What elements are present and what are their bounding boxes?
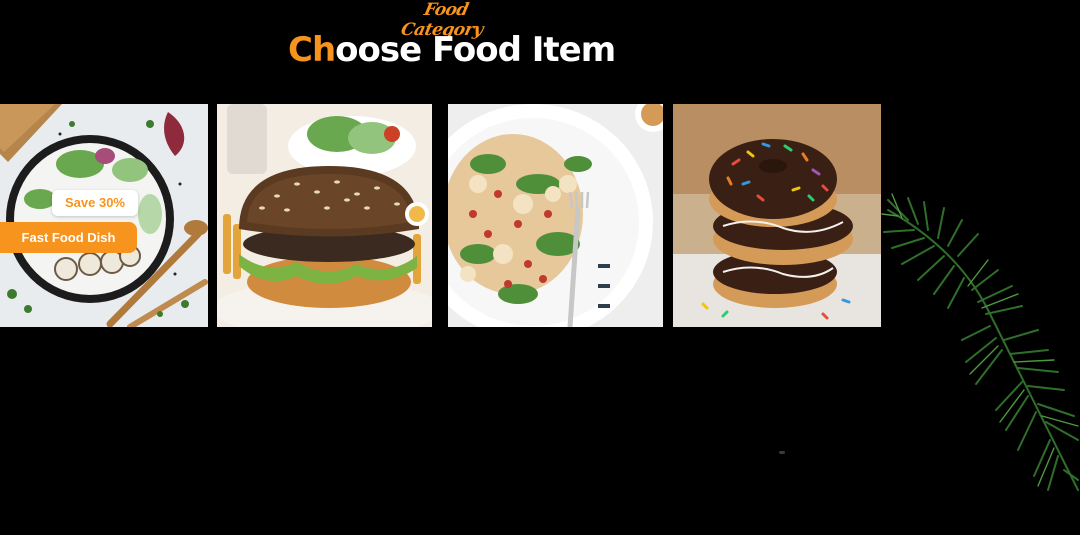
food-card-burger[interactable] bbox=[217, 104, 432, 327]
food-card-fast-food-dish[interactable]: Save 30% Fast Food Dish bbox=[0, 104, 208, 327]
food-card-donuts[interactable] bbox=[673, 104, 881, 327]
card-label-fast-food-dish[interactable]: Fast Food Dish bbox=[0, 222, 137, 253]
save-badge: Save 30% bbox=[52, 190, 138, 216]
page: Food Category Choose Food Item Save 30% … bbox=[0, 0, 1080, 535]
section-title-accent: Ch bbox=[288, 30, 336, 70]
section-title-rest: oose Food Item bbox=[335, 30, 616, 70]
dill-sprig-icon bbox=[881, 193, 1079, 491]
salad-image bbox=[448, 104, 663, 327]
donuts-image bbox=[673, 104, 881, 327]
decorative-dot bbox=[779, 451, 785, 454]
burger-image bbox=[217, 104, 432, 327]
food-card-salad[interactable] bbox=[448, 104, 663, 327]
section-title: Choose Food Item bbox=[288, 28, 616, 72]
